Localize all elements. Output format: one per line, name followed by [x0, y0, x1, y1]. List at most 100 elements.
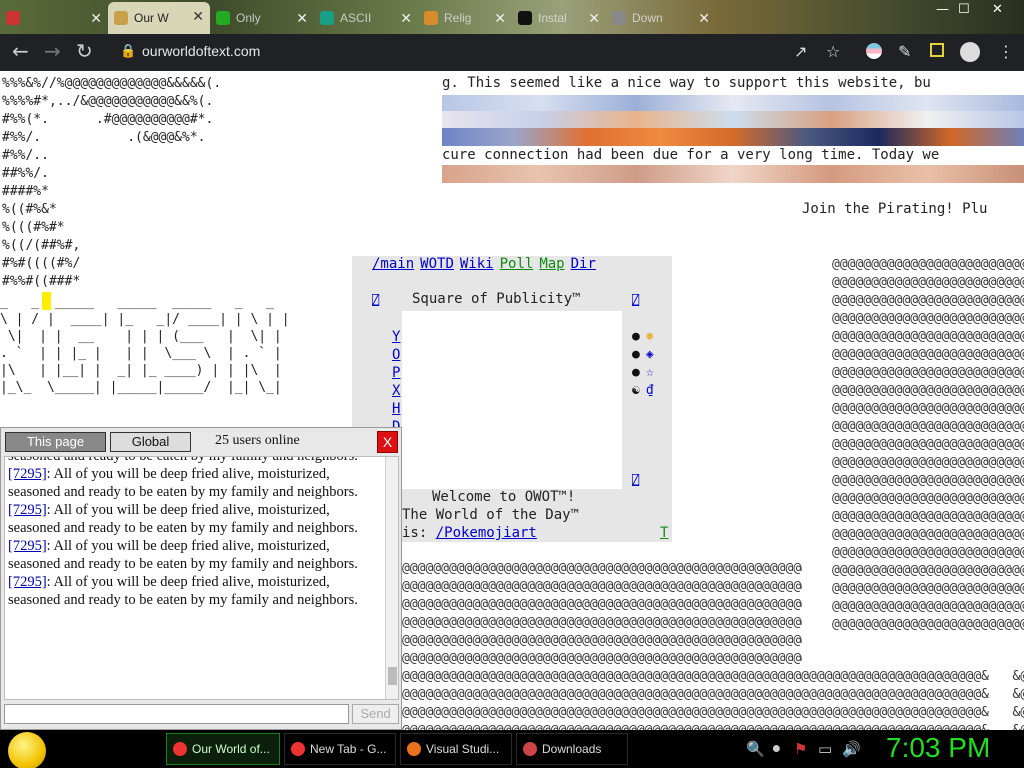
chat-message-text: : All of you will be deep fried alive, m…: [8, 502, 358, 536]
network-flag-icon[interactable]: ⚑: [794, 740, 807, 758]
taskbar-button-label: Our World of...: [192, 742, 270, 756]
lock-icon[interactable]: 🔒: [120, 44, 136, 59]
chat-scrollbar[interactable]: [385, 457, 398, 699]
tab-1[interactable]: Our W ✕: [108, 2, 210, 34]
taskbar: Our World of... New Tab - G... Visual Stud…: [0, 730, 1024, 768]
chat-user-id[interactable]: [7295]: [8, 502, 47, 518]
address-bar[interactable]: 🔒 ourworldoftext.com: [108, 38, 860, 66]
canvas-text: cure connection had been due for a very …: [442, 147, 940, 163]
nav-link-2[interactable]: Wiki: [460, 256, 494, 272]
network-icon[interactable]: ▭: [818, 740, 832, 758]
chat-input[interactable]: [4, 704, 349, 724]
tab-close-icon[interactable]: ✕: [296, 10, 308, 27]
tab-close-icon[interactable]: ✕: [698, 10, 710, 27]
tab-6[interactable]: Down ✕: [606, 4, 716, 32]
symbol-dot[interactable]: ●: [632, 365, 640, 380]
canvas-text: Join the Pirating! Plu: [802, 201, 988, 217]
close-window-icon[interactable]: ✕: [992, 2, 1003, 17]
box-glyph-icon[interactable]: ⍁: [372, 293, 379, 307]
nav-link-3[interactable]: Poll: [500, 256, 534, 272]
extensions-puzzle-icon[interactable]: ✎: [898, 43, 911, 61]
start-smiley-icon[interactable]: [8, 732, 46, 768]
box-glyph-icon[interactable]: ⍁: [632, 293, 639, 307]
menu-dots-icon[interactable]: ⋮: [998, 43, 1014, 61]
chat-messages: seasoned and ready to be eaten by my fam…: [8, 457, 380, 609]
symbol-dot[interactable]: ☯: [632, 383, 640, 398]
tab-close-icon[interactable]: ✕: [192, 8, 204, 25]
volume-mixer-icon[interactable]: ⚫: [770, 740, 783, 758]
tab-4[interactable]: Relig ✕: [418, 4, 512, 32]
search-icon[interactable]: 🔍: [746, 740, 765, 758]
scrollbar-thumb[interactable]: [388, 667, 397, 685]
chat-close-button[interactable]: X: [377, 431, 398, 453]
t-link[interactable]: T: [660, 525, 668, 541]
speaker-icon[interactable]: 🔊: [842, 740, 861, 758]
book-icon: [424, 11, 438, 25]
tab-close-icon[interactable]: ✕: [90, 10, 102, 27]
symbol-link[interactable]: ❅: [646, 329, 654, 344]
tab-0[interactable]: ✕: [0, 4, 108, 32]
reload-icon[interactable]: ↻: [76, 41, 93, 61]
tab-5[interactable]: Instal ✕: [512, 4, 606, 32]
tab-close-icon[interactable]: ✕: [588, 10, 600, 27]
tab-close-icon[interactable]: ✕: [400, 10, 412, 27]
maximize-icon[interactable]: ☐: [958, 2, 970, 17]
tab-3[interactable]: ASCII ✕: [314, 4, 418, 32]
wotd-label: The World of the Day™: [402, 507, 580, 523]
symbol-dot[interactable]: ●: [632, 329, 640, 344]
users-online: 25 users online: [215, 433, 300, 448]
page-icon: [612, 11, 626, 25]
letter-link[interactable]: O: [392, 346, 400, 364]
welcome-text: Welcome to OWOT™!: [432, 489, 576, 505]
wotd-link[interactable]: /Pokemojiart: [436, 525, 537, 541]
tab-label: Down: [632, 11, 663, 25]
url-text[interactable]: ourworldoftext.com: [142, 43, 260, 59]
symbol-link[interactable]: ◈: [646, 347, 654, 362]
chat-send-button[interactable]: Send: [352, 704, 399, 724]
letter-link[interactable]: X: [392, 382, 400, 400]
forward-arrow-icon[interactable]: →: [44, 41, 61, 61]
chrome-icon: [173, 742, 187, 756]
chat-tab-this-page[interactable]: This page: [5, 432, 106, 452]
taskbar-button-0[interactable]: Our World of...: [166, 733, 280, 765]
tab-close-icon[interactable]: ✕: [494, 10, 506, 27]
tab-2[interactable]: Only ✕: [210, 4, 314, 32]
chat-tab-global[interactable]: Global: [110, 432, 191, 452]
chat-log[interactable]: seasoned and ready to be eaten by my fam…: [4, 456, 399, 700]
taskbar-button-3[interactable]: Downloads: [516, 733, 628, 765]
extension-flag-icon[interactable]: [866, 43, 882, 59]
canvas-text: g. This seemed like a nice way to suppor…: [442, 75, 931, 91]
tab-label: ASCII: [340, 11, 372, 25]
chrome-icon: [291, 742, 305, 756]
box-glyph-icon[interactable]: ⍁: [632, 473, 639, 487]
symbol-dot[interactable]: ●: [632, 347, 640, 362]
nav-link-0[interactable]: /main: [372, 256, 414, 272]
symbol-links: ● ❅ ● ◈ ● ☆ ☯ ₫: [632, 328, 654, 400]
share-icon[interactable]: ↗: [794, 43, 807, 61]
download-icon: [216, 11, 230, 25]
minimize-icon[interactable]: —: [936, 2, 949, 17]
at-symbol-fill: @@@@@@@@@@@@@@@@@@@@@@@@@@@@@@@@@@@@@@@@…: [832, 257, 1024, 632]
taskbar-button-2[interactable]: Visual Studi...: [400, 733, 512, 765]
bookmark-star-icon[interactable]: ☆: [826, 43, 840, 61]
taskbar-button-1[interactable]: New Tab - G...: [284, 733, 396, 765]
chat-user-id[interactable]: [7295]: [8, 574, 47, 590]
profile-avatar-icon[interactable]: [960, 42, 980, 62]
letter-link[interactable]: H: [392, 400, 400, 418]
chat-user-id[interactable]: [7295]: [8, 466, 47, 482]
nav-link-1[interactable]: WOTD: [420, 256, 454, 272]
tab-label: Our W: [134, 11, 169, 25]
sidebar-icon[interactable]: [930, 43, 944, 57]
symbol-link[interactable]: ☆: [646, 365, 654, 380]
symbol-link[interactable]: ₫: [646, 383, 654, 398]
nav-link-4[interactable]: Map: [539, 256, 564, 272]
tab-label: Only: [236, 11, 261, 25]
folder-icon: [523, 742, 537, 756]
chat-user-id[interactable]: [7295]: [8, 538, 47, 554]
wotd-line: is: /Pokemojiart: [402, 525, 537, 541]
back-arrow-icon[interactable]: ←: [12, 41, 29, 61]
letter-link[interactable]: Y: [392, 328, 400, 346]
at-symbol-fill: @@@@@@@@@@@@@@@@@@@@@@@@@@@@@@@@@@@@@@@@…: [402, 669, 1024, 730]
nav-link-5[interactable]: Dir: [571, 256, 596, 272]
letter-link[interactable]: P: [392, 364, 400, 382]
